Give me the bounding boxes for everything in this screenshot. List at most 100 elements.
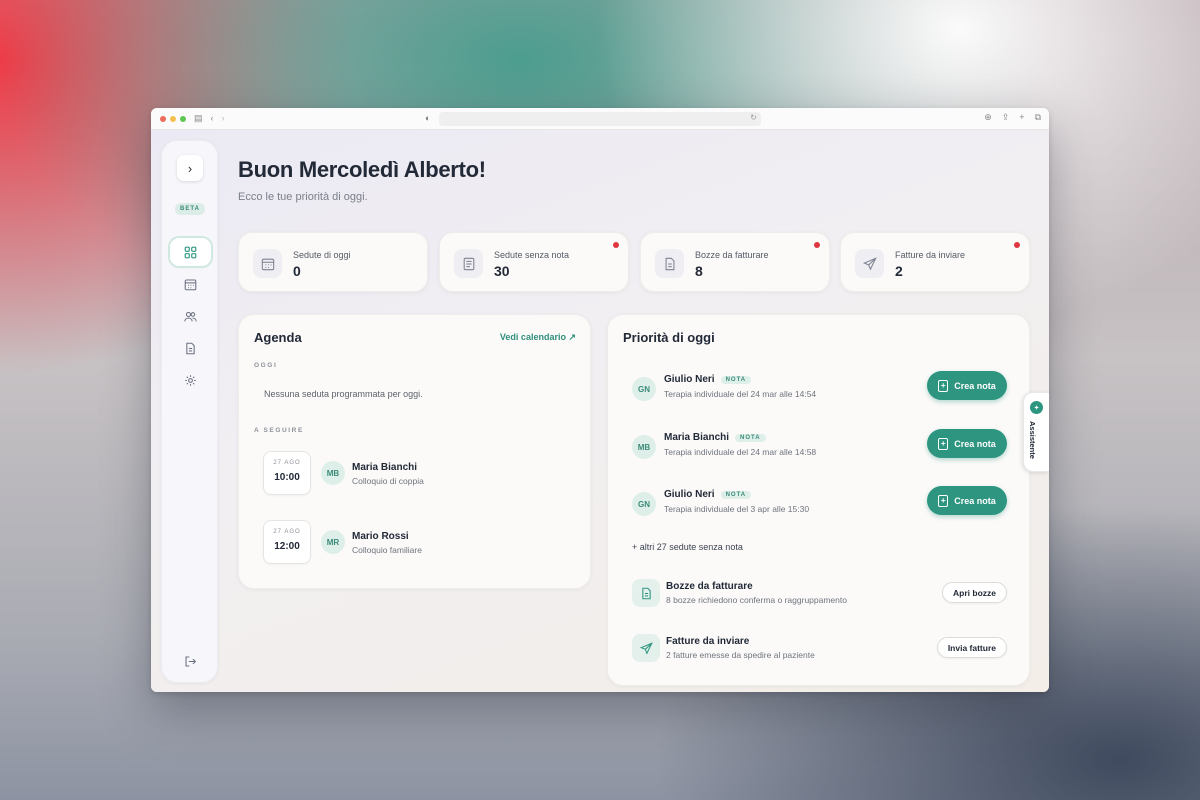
appointment-patient: Maria Bianchi bbox=[352, 462, 418, 473]
task-title: Bozze da fatturare bbox=[666, 581, 753, 592]
page-title: Buon Mercoledì Alberto! bbox=[238, 157, 486, 182]
gear-icon bbox=[185, 374, 196, 386]
kpi-icon-wrap bbox=[655, 249, 684, 278]
privacy-shield-icon[interactable]: ◐ bbox=[425, 113, 430, 123]
sidebar-item-dashboard[interactable] bbox=[170, 238, 211, 266]
priority-detail: Terapia individuale del 24 mar alle 14:5… bbox=[664, 389, 817, 399]
kpi-card-sedute-senza-nota[interactable]: Sedute senza nota 30 bbox=[439, 232, 629, 292]
new-tab-icon[interactable]: + bbox=[1019, 112, 1024, 123]
kpi-value: 30 bbox=[494, 263, 510, 279]
sidebar-item-documents[interactable] bbox=[170, 334, 211, 362]
kpi-value: 8 bbox=[695, 263, 703, 279]
task-row-bozze: Bozze da fatturare 8 bozze richiedono co… bbox=[632, 577, 1007, 609]
priority-patient: Maria Bianchi NOTA bbox=[664, 432, 766, 443]
grid-icon bbox=[184, 246, 197, 258]
crea-nota-button[interactable]: + Crea nota bbox=[927, 486, 1007, 515]
view-calendar-link[interactable]: Vedi calendario ↗ bbox=[500, 332, 576, 343]
users-icon bbox=[184, 311, 197, 321]
chevron-right-icon: › bbox=[187, 160, 193, 176]
kpi-icon-wrap bbox=[253, 249, 282, 278]
assistant-tab[interactable]: ✦ Assistente bbox=[1023, 392, 1049, 472]
patient-name: Giulio Neri bbox=[664, 489, 715, 500]
kpi-card-sedute-oggi[interactable]: Sedute di oggi 0 bbox=[238, 232, 428, 292]
appointment-item[interactable]: 27 AGO 12:00 MR Mario Rossi Colloquio fa… bbox=[263, 520, 563, 564]
invia-fatture-button[interactable]: Invia fatture bbox=[936, 637, 1007, 658]
priority-row: GN Giulio Neri NOTA Terapia individuale d… bbox=[632, 369, 1007, 409]
close-window-button[interactable] bbox=[160, 115, 166, 122]
share-icon[interactable]: ⇪ bbox=[1002, 112, 1010, 123]
crea-nota-button[interactable]: + Crea nota bbox=[927, 371, 1007, 400]
avatar: MR bbox=[321, 530, 345, 554]
avatar: GN bbox=[632, 377, 656, 401]
priority-detail: Terapia individuale del 24 mar alle 14:5… bbox=[664, 447, 817, 457]
appointment-time: 10:00 bbox=[274, 472, 300, 483]
beta-badge: BETA bbox=[175, 203, 205, 215]
minimize-window-button[interactable] bbox=[170, 115, 176, 122]
kpi-card-bozze-da-fatturare[interactable]: Bozze da fatturare 8 bbox=[640, 232, 830, 292]
task-icon-wrap bbox=[632, 634, 660, 662]
logout-icon bbox=[185, 656, 197, 666]
appointment-date-box: 27 AGO 10:00 bbox=[263, 451, 311, 495]
nota-badge: NOTA bbox=[720, 491, 752, 499]
sparkle-icon: ✦ bbox=[1030, 401, 1043, 414]
calendar-icon bbox=[261, 258, 274, 270]
sidebar-item-calendar[interactable] bbox=[170, 270, 211, 298]
browser-toolbar: ▤ ‹ › ◐ ↻ ⊕ ⇪ + ⧉ bbox=[151, 108, 1049, 130]
kpi-value: 0 bbox=[293, 263, 301, 279]
document-icon bbox=[641, 587, 651, 599]
kpi-label: Fatture da inviare bbox=[895, 250, 966, 260]
forward-icon[interactable]: › bbox=[222, 114, 225, 123]
address-bar[interactable]: ↻ bbox=[439, 112, 761, 126]
empty-state-text: Nessuna seduta programmata per oggi. bbox=[264, 389, 423, 399]
priority-patient: Giulio Neri NOTA bbox=[664, 374, 752, 385]
sidebar-item-settings[interactable] bbox=[170, 366, 211, 394]
kpi-card-fatture-da-inviare[interactable]: Fatture da inviare 2 bbox=[840, 232, 1030, 292]
document-icon bbox=[665, 257, 674, 270]
appointment-type: Colloquio di coppia bbox=[352, 476, 424, 486]
task-title: Fatture da inviare bbox=[666, 636, 750, 647]
task-row-fatture: Fatture da inviare 2 fatture emesse da s… bbox=[632, 632, 1007, 664]
appointment-item[interactable]: 27 AGO 10:00 MB Maria Bianchi Colloquio … bbox=[263, 451, 563, 495]
sidebar-item-patients[interactable] bbox=[170, 302, 211, 330]
kpi-label: Bozze da fatturare bbox=[695, 250, 769, 260]
maximize-window-button[interactable] bbox=[180, 115, 186, 122]
priority-title: Priorità di oggi bbox=[623, 330, 715, 345]
crea-nota-label: Crea nota bbox=[954, 438, 996, 449]
more-sessions-link[interactable]: + altri 27 sedute senza nota bbox=[632, 542, 743, 552]
back-icon[interactable]: ‹ bbox=[211, 114, 214, 123]
nota-badge: NOTA bbox=[720, 376, 752, 384]
add-note-icon: + bbox=[938, 494, 949, 507]
avatar: MB bbox=[632, 435, 656, 459]
tabs-overview-icon[interactable]: ⧉ bbox=[1035, 112, 1041, 123]
avatar: GN bbox=[632, 492, 656, 516]
assistant-label: Assistente bbox=[1028, 421, 1037, 459]
crea-nota-label: Crea nota bbox=[954, 495, 996, 506]
app-content: › BETA Buon Mercoledì Alberto! Ecco le t… bbox=[151, 130, 1049, 692]
crea-nota-button[interactable]: + Crea nota bbox=[927, 429, 1007, 458]
kpi-label: Sedute senza nota bbox=[494, 250, 570, 260]
appointment-date: 27 AGO bbox=[273, 460, 301, 466]
appointment-date-box: 27 AGO 12:00 bbox=[263, 520, 311, 564]
logout-button[interactable] bbox=[170, 647, 211, 675]
kpi-icon-wrap bbox=[855, 249, 884, 278]
sidebar-toggle-icon[interactable]: ▤ bbox=[194, 114, 203, 123]
priority-row: MB Maria Bianchi NOTA Terapia individuale… bbox=[632, 427, 1007, 467]
apri-bozze-button[interactable]: Apri bozze bbox=[942, 582, 1007, 603]
patient-name: Giulio Neri bbox=[664, 374, 715, 385]
kpi-icon-wrap bbox=[454, 249, 483, 278]
agenda-title: Agenda bbox=[254, 330, 302, 345]
appointment-patient: Mario Rossi bbox=[352, 531, 409, 542]
sidebar-expand-button[interactable]: › bbox=[177, 155, 203, 181]
appointment-date: 27 AGO bbox=[273, 529, 301, 535]
sidebar: › BETA bbox=[161, 140, 218, 683]
task-detail: 8 bozze richiedono conferma o raggruppam… bbox=[666, 595, 847, 605]
kpi-label: Sedute di oggi bbox=[293, 250, 351, 260]
task-icon-wrap bbox=[632, 579, 660, 607]
upcoming-section-label: A SEGUIRE bbox=[254, 427, 304, 434]
window-controls bbox=[160, 115, 186, 122]
page-subtitle: Ecco le tue priorità di oggi. bbox=[238, 191, 368, 203]
calendar-icon bbox=[184, 279, 197, 290]
priority-patient: Giulio Neri NOTA bbox=[664, 489, 752, 500]
download-icon[interactable]: ⊕ bbox=[984, 112, 992, 123]
reload-icon[interactable]: ↻ bbox=[750, 113, 757, 122]
